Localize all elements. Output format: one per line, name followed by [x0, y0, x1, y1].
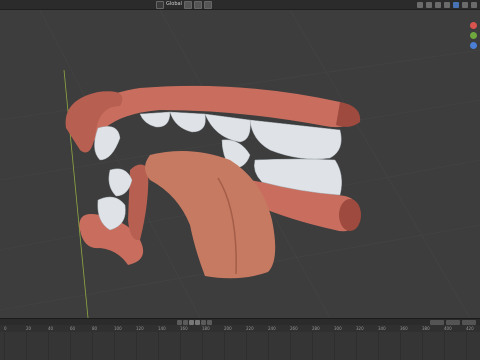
- ruler-tick-label: 380: [422, 326, 430, 331]
- header-right-tools: [417, 0, 480, 9]
- ruler-tick-label: 100: [114, 326, 122, 331]
- lower-gum-end: [339, 199, 361, 231]
- track-gridline: [400, 332, 401, 360]
- ruler-tick-label: 420: [466, 326, 474, 331]
- ruler-tick-label: 60: [70, 326, 76, 331]
- timeline-tracks[interactable]: [0, 332, 480, 360]
- x-axis-icon[interactable]: [470, 22, 477, 29]
- ruler-tick-label: 240: [268, 326, 276, 331]
- ruler-tick-label: 140: [158, 326, 166, 331]
- material-shading-icon[interactable]: [462, 1, 468, 8]
- gizmo-toggle-icon[interactable]: [426, 1, 432, 8]
- ruler-tick-label: 40: [48, 326, 54, 331]
- pivot-icon[interactable]: [183, 0, 192, 9]
- track-gridline: [312, 332, 313, 360]
- track-gridline: [136, 332, 137, 360]
- blender-window: Global 0 20 40 60 80 100 120 140 160 180…: [0, 0, 480, 360]
- lower-left-teeth: [97, 168, 133, 231]
- track-gridline: [268, 332, 269, 360]
- ruler-tick-label: 220: [246, 326, 254, 331]
- overlays-icon[interactable]: [435, 1, 441, 8]
- ruler-tick-label: 360: [400, 326, 408, 331]
- navigation-gizmo[interactable]: [470, 22, 478, 52]
- track-gridline: [202, 332, 203, 360]
- z-axis-icon[interactable]: [470, 42, 477, 49]
- track-gridline: [356, 332, 357, 360]
- view-object-types-icon[interactable]: [417, 1, 423, 8]
- track-gridline: [158, 332, 159, 360]
- transform-orientation-selector[interactable]: Global: [156, 0, 212, 9]
- xray-icon[interactable]: [444, 1, 450, 8]
- ruler-tick-label: 340: [378, 326, 386, 331]
- ruler-tick-label: 80: [92, 326, 98, 331]
- timeline-ruler[interactable]: 0 20 40 60 80 100 120 140 160 180 200 220 240 260 280 3…: [0, 325, 480, 332]
- track-gridline: [334, 332, 335, 360]
- track-gridline: [224, 332, 225, 360]
- ruler-tick-label: 400: [444, 326, 452, 331]
- track-gridline: [92, 332, 93, 360]
- track-gridline: [26, 332, 27, 360]
- track-gridline: [246, 332, 247, 360]
- snap-icon[interactable]: [193, 0, 202, 9]
- track-gridline: [290, 332, 291, 360]
- ruler-tick-label: 180: [202, 326, 210, 331]
- track-gridline: [180, 332, 181, 360]
- viewport-scene: [0, 10, 480, 318]
- ruler-tick-label: 200: [224, 326, 232, 331]
- track-gridline: [4, 332, 5, 360]
- orientation-label: Global: [166, 1, 182, 7]
- track-gridline: [70, 332, 71, 360]
- track-gridline: [48, 332, 49, 360]
- solid-shading-icon[interactable]: [453, 1, 459, 8]
- y-axis-icon[interactable]: [470, 32, 477, 39]
- ruler-tick-label: 20: [26, 326, 32, 331]
- track-gridline: [114, 332, 115, 360]
- proportional-edit-icon[interactable]: [203, 0, 212, 9]
- orientation-icon: [156, 0, 164, 9]
- viewport-header: Global: [0, 0, 480, 10]
- ruler-tick-label: 260: [290, 326, 298, 331]
- 3d-viewport[interactable]: [0, 10, 480, 318]
- lower-gum-left-band: [128, 164, 149, 241]
- track-gridline: [422, 332, 423, 360]
- upper-gum-end: [336, 102, 361, 127]
- ruler-tick-label: 320: [356, 326, 364, 331]
- track-gridline: [444, 332, 445, 360]
- ruler-tick-label: 0: [4, 326, 7, 331]
- ruler-tick-label: 280: [312, 326, 320, 331]
- rendered-shading-icon[interactable]: [471, 1, 477, 8]
- ruler-tick-label: 120: [136, 326, 144, 331]
- ruler-tick-label: 300: [334, 326, 342, 331]
- track-gridline: [466, 332, 467, 360]
- ruler-tick-label: 160: [180, 326, 188, 331]
- track-gridline: [378, 332, 379, 360]
